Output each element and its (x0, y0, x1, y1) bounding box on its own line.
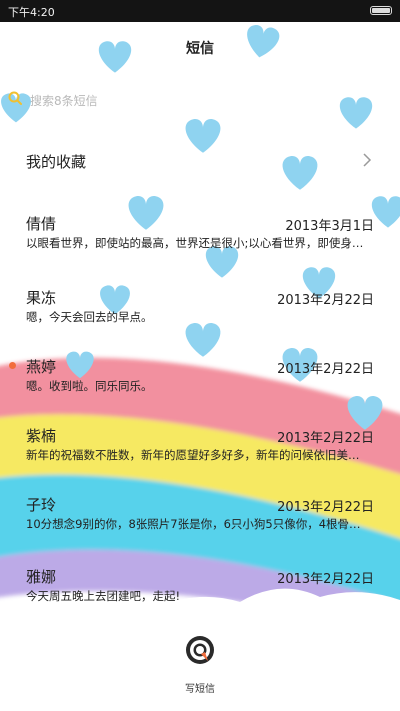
unread-dot-icon (9, 362, 16, 369)
chevron-right-icon (363, 153, 372, 167)
message-date: 2013年2月22日 (277, 431, 374, 446)
battery-icon (370, 6, 392, 15)
message-date: 2013年3月1日 (285, 219, 374, 234)
search-icon (8, 91, 22, 105)
compose-button[interactable]: 写短信 (0, 630, 400, 700)
contact-name: 雅娜 (26, 568, 57, 586)
message-snippet: 嗯，今天会回去的早点。 (26, 310, 153, 324)
message-snippet: 嗯。收到啦。同乐同乐。 (26, 379, 153, 393)
message-row[interactable]: 紫楠 2013年2月22日 新年的祝福数不胜数，新年的愿望好多好多，新年的问候依… (0, 418, 400, 478)
search-bar[interactable]: 搜索8条短信 (6, 88, 386, 112)
favorites-row[interactable]: 我的收藏 (0, 144, 400, 178)
status-time: 下午4:20 (8, 6, 55, 19)
favorites-label: 我的收藏 (26, 153, 87, 171)
message-row[interactable]: 果冻 2013年2月22日 嗯，今天会回去的早点。 (0, 280, 400, 340)
message-row[interactable]: 子玲 2013年2月22日 10分想念9别的你，8张照片7张是你，6只小狗5只像… (0, 487, 400, 547)
status-bar: 下午4:20 (0, 0, 400, 22)
message-date: 2013年2月22日 (277, 500, 374, 515)
message-date: 2013年2月22日 (277, 362, 374, 377)
contact-name: 子玲 (26, 496, 57, 514)
compose-message-icon (186, 636, 214, 664)
message-row[interactable]: 倩倩 2013年3月1日 以眼看世界，即使站的最高，世界还是很小;以心看世界，即… (0, 206, 400, 266)
message-row[interactable]: 燕婷 2013年2月22日 嗯。收到啦。同乐同乐。 (0, 349, 400, 409)
compose-label: 写短信 (185, 684, 215, 695)
contact-name: 紫楠 (26, 427, 57, 445)
contact-name: 倩倩 (26, 215, 57, 233)
message-row[interactable]: 雅娜 2013年2月22日 今天周五晚上去团建吧，走起! (0, 559, 400, 619)
page-title: 短信 (186, 41, 214, 57)
message-snippet: 以眼看世界，即使站的最高，世界还是很小;以心看世界，即使身… (26, 236, 364, 250)
contact-name: 果冻 (26, 289, 57, 307)
search-placeholder: 搜索8条短信 (30, 94, 98, 108)
message-snippet: 10分想念9别的你，8张照片7张是你，6只小狗5只像你，4根骨… (26, 517, 361, 531)
message-date: 2013年2月22日 (277, 572, 374, 587)
contact-name: 燕婷 (26, 358, 57, 376)
message-date: 2013年2月22日 (277, 293, 374, 308)
message-snippet: 今天周五晚上去团建吧，走起! (26, 589, 181, 603)
message-snippet: 新年的祝福数不胜数，新年的愿望好多好多，新年的问候依旧美… (26, 448, 360, 462)
